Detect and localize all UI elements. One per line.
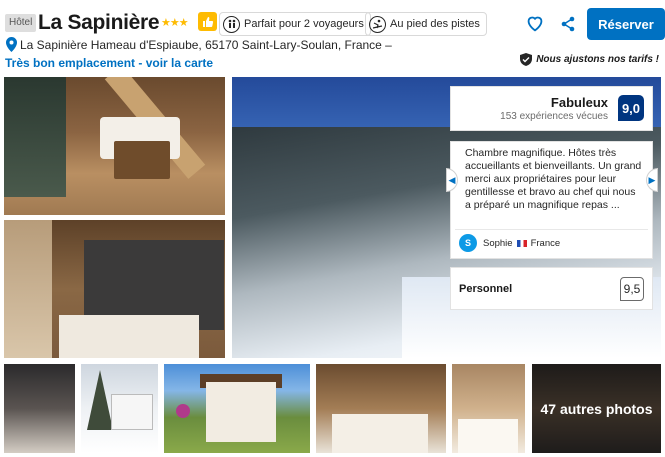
chevron-left-icon: ◀ [448, 174, 456, 185]
review-score-word: Fabuleux [550, 95, 608, 110]
featured-review-card: Chambre magnifique. Hôtes très accueilla… [450, 141, 653, 259]
share-icon[interactable] [558, 14, 578, 34]
price-match-text: Nous ajustons nos tarifs ! [536, 54, 659, 65]
category-score-badge: 9,5 [620, 277, 644, 301]
category-score-card: Personnel 9,5 [450, 267, 653, 310]
review-author-country: France [530, 237, 561, 249]
review-author-name: Sophie [483, 237, 513, 249]
category-label: Personnel [459, 283, 513, 295]
review-text: Chambre magnifique. Hôtes très accueilla… [465, 147, 642, 211]
avatar: S [459, 234, 477, 252]
photo-bathroom[interactable] [4, 364, 75, 453]
review-divider [455, 229, 648, 230]
review-count: 153 expériences vécues [500, 111, 608, 122]
photo-hotel-sign[interactable] [81, 364, 158, 453]
review-score-badge: 9,0 [618, 95, 644, 121]
photo-hotel-exterior[interactable] [164, 364, 310, 453]
property-title: La Sapinière [38, 11, 160, 34]
favorite-heart-icon[interactable] [524, 12, 546, 34]
property-header: Hôtel La Sapinière ★★★ Parfait pour 2 vo… [4, 8, 665, 40]
couple-icon [223, 15, 240, 33]
address-text: La Sapinière Hameau d'Espiaube, 65170 Sa… [20, 37, 392, 52]
reserve-button[interactable]: Réserver [587, 8, 665, 40]
view-map-link[interactable]: Très bon emplacement - voir la carte [5, 56, 213, 70]
ski-badge-label: Au pied des pistes [390, 18, 480, 30]
chevron-right-icon: ▶ [648, 174, 656, 185]
france-flag-icon [516, 239, 527, 247]
photo-room-2[interactable] [4, 220, 225, 358]
more-photos-button[interactable]: 47 autres photos [532, 364, 661, 453]
review-score-card[interactable]: Fabuleux 153 expériences vécues 9,0 [450, 86, 653, 131]
photo-room-3[interactable] [316, 364, 446, 453]
ski-badge: Au pied des pistes [365, 12, 487, 36]
star-rating-icon: ★★★ [161, 17, 189, 29]
couple-badge: Parfait pour 2 voyageurs [219, 12, 371, 36]
property-type-badge: Hôtel [5, 14, 37, 32]
review-author: S Sophie France [459, 234, 560, 252]
price-match-note: Nous ajustons nos tarifs ! [520, 53, 659, 66]
couple-badge-label: Parfait pour 2 voyageurs [244, 18, 364, 30]
ski-icon [369, 15, 386, 33]
shield-check-icon [520, 53, 533, 66]
address-line: La Sapinière Hameau d'Espiaube, 65170 Sa… [6, 37, 392, 52]
thumbs-up-icon [198, 12, 217, 31]
location-pin-icon [6, 37, 17, 52]
photo-room-4[interactable] [452, 364, 525, 453]
photo-room-1[interactable] [4, 77, 225, 215]
